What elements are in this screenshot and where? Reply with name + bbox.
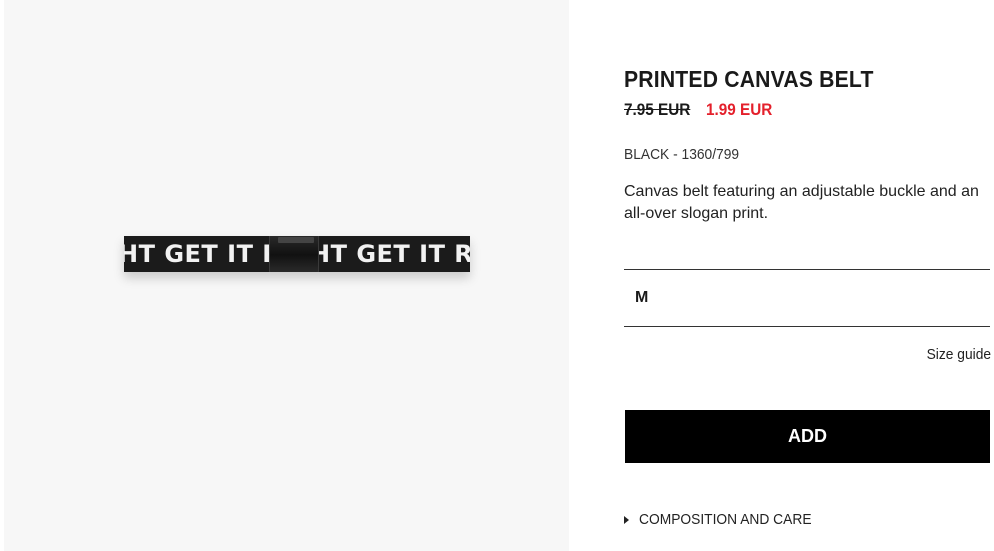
caret-right-icon	[624, 515, 629, 524]
belt-product-image: HT GET IT R HT GET IT R	[124, 236, 470, 272]
product-description: Canvas belt featuring an adjustable buck…	[624, 183, 979, 222]
composition-and-care-toggle[interactable]: COMPOSITION AND CARE	[624, 511, 827, 528]
belt-buckle	[269, 236, 319, 272]
buckle-bar	[278, 237, 314, 243]
composition-label: COMPOSITION AND CARE	[639, 511, 812, 528]
old-price: 7.95 EUR	[624, 100, 691, 119]
sale-price: 1.99 EUR	[706, 100, 773, 119]
product-image[interactable]: HT GET IT R HT GET IT R	[4, 0, 569, 551]
add-to-cart-button[interactable]: ADD	[625, 410, 990, 463]
belt-print-text: HT GET IT R	[310, 240, 470, 268]
size-selector[interactable]: M	[624, 269, 990, 327]
product-title: PRINTED CANVAS BELT	[624, 66, 874, 92]
belt-print-text: HT GET IT R	[124, 240, 282, 268]
color-reference: BLACK - 1360/799	[624, 146, 740, 163]
selected-size: M	[635, 289, 649, 306]
size-guide-link[interactable]: Size guide	[927, 346, 991, 363]
price-block: 7.95 EUR 1.99 EUR	[624, 100, 780, 120]
